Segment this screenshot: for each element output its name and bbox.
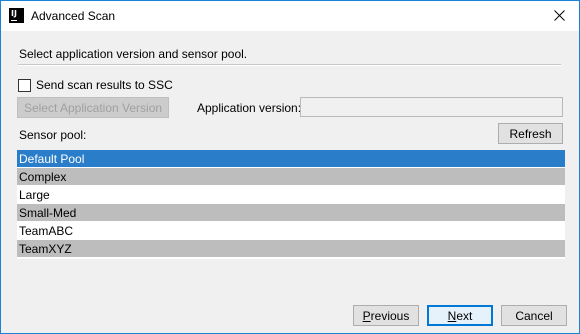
previous-button[interactable]: Previous — [353, 305, 419, 326]
send-results-checkbox[interactable] — [18, 78, 31, 92]
close-icon — [553, 9, 565, 21]
sensor-pool-item[interactable]: Complex — [17, 168, 565, 186]
next-button[interactable]: Next — [427, 305, 493, 326]
next-label-rest: ext — [456, 308, 473, 323]
select-application-version-button[interactable]: Select Application Version — [17, 97, 169, 118]
intellij-app-icon: IJ — [9, 8, 24, 23]
application-version-label: Application version: — [197, 101, 302, 115]
window-title: Advanced Scan — [31, 9, 116, 23]
sensor-pool-item[interactable]: TeamXYZ — [17, 240, 565, 258]
instruction-text: Select application version and sensor po… — [19, 47, 248, 61]
refresh-button[interactable]: Refresh — [498, 123, 563, 144]
previous-mnemonic: P — [362, 308, 371, 323]
sensor-pool-item[interactable]: TeamABC — [17, 222, 565, 240]
sensor-pool-list[interactable]: Default Pool Complex Large Small-Med TeamABC… — [17, 150, 565, 259]
app-icon-text: IJ — [11, 9, 17, 18]
next-mnemonic: N — [447, 308, 457, 323]
sensor-pool-label: Sensor pool: — [19, 128, 87, 142]
sensor-pool-item[interactable]: Small-Med — [17, 204, 565, 222]
send-results-row[interactable]: Send scan results to SSC — [18, 78, 173, 92]
previous-label-rest: revious — [370, 308, 410, 323]
sensor-pool-item[interactable]: Large — [17, 186, 565, 204]
application-version-field[interactable] — [300, 97, 563, 117]
cancel-button[interactable]: Cancel — [501, 305, 567, 326]
advanced-scan-dialog: IJ Advanced Scan Select application vers… — [0, 0, 580, 334]
sensor-pool-item[interactable]: Default Pool — [17, 150, 565, 168]
send-results-label[interactable]: Send scan results to SSC — [36, 78, 173, 92]
close-button[interactable] — [547, 4, 571, 26]
title-bar: IJ Advanced Scan — [1, 1, 579, 31]
separator — [18, 64, 561, 66]
